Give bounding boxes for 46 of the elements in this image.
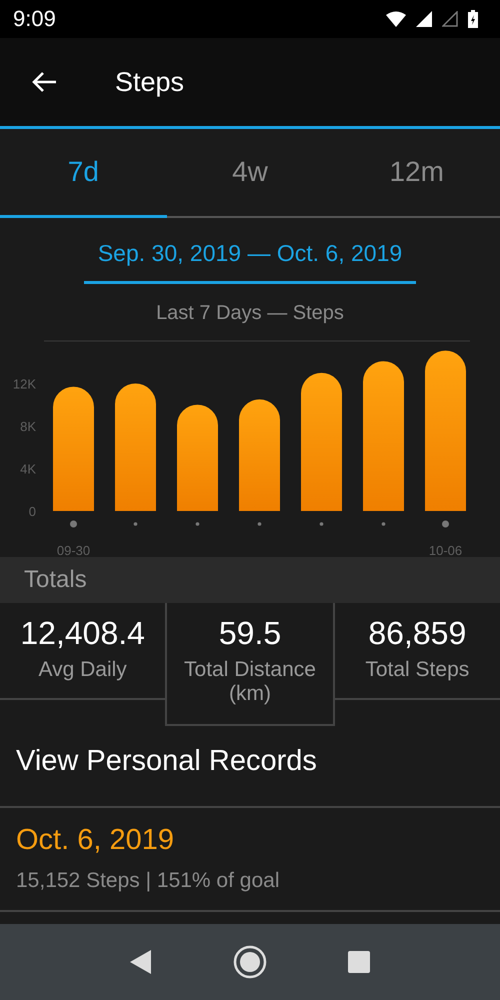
bar[interactable]	[363, 361, 404, 511]
y-axis-label: 0	[28, 504, 36, 519]
screen-title: Steps	[115, 66, 184, 98]
record-date: Oct. 6, 2019	[16, 824, 175, 857]
signal-icon	[442, 11, 458, 27]
battery-icon	[468, 10, 478, 28]
bar[interactable]	[53, 386, 94, 511]
record-detail: 15,152 Steps | 151% of goal	[16, 869, 280, 893]
signal-icon	[416, 11, 432, 27]
dot	[70, 520, 77, 528]
x-axis-label: 10-06	[428, 543, 462, 557]
dot	[196, 522, 200, 526]
bar[interactable]	[425, 350, 466, 511]
bar[interactable]	[301, 372, 342, 511]
recents-icon[interactable]	[348, 951, 370, 973]
period-tab[interactable]: 4w	[166, 129, 334, 218]
home-icon[interactable]	[232, 945, 267, 979]
wifi-icon	[386, 11, 406, 27]
dot	[320, 522, 324, 526]
dot	[382, 522, 386, 526]
dot	[134, 522, 138, 526]
bar[interactable]	[177, 404, 218, 511]
record-row[interactable]: Oct. 6, 2019 15,152 Steps | 151% of goal	[0, 808, 500, 912]
stat-value: 59.5	[218, 615, 282, 652]
dot	[442, 520, 449, 528]
bar[interactable]	[239, 399, 280, 511]
stat-value: 86,859	[368, 615, 466, 652]
y-axis-label: 8K	[20, 419, 36, 434]
back-icon[interactable]	[130, 950, 152, 974]
clock: 9:09	[13, 6, 56, 32]
back-arrow-icon[interactable]	[31, 71, 57, 93]
period-tab[interactable]: 12m	[333, 129, 500, 218]
chart-title: Last 7 Days — Steps	[155, 302, 345, 326]
stat-label: Total Distance (km)	[183, 658, 317, 706]
dot	[258, 522, 262, 526]
records-link[interactable]: View Personal Records	[16, 745, 317, 778]
y-axis-label: 4K	[20, 462, 36, 476]
bar[interactable]	[115, 384, 156, 511]
stat-label: Avg Daily	[37, 658, 128, 682]
section-header: Totals	[24, 566, 87, 594]
x-axis-label: 09-30	[56, 543, 90, 557]
y-axis-label: 12K	[12, 376, 36, 392]
stat-label: Total Steps	[364, 658, 470, 682]
stat-value: 12,408.4	[20, 615, 145, 652]
date-range-selector[interactable]: Sep. 30, 2019 — Oct. 6, 2019	[84, 236, 416, 284]
period-tab[interactable]: 7d	[0, 129, 167, 218]
